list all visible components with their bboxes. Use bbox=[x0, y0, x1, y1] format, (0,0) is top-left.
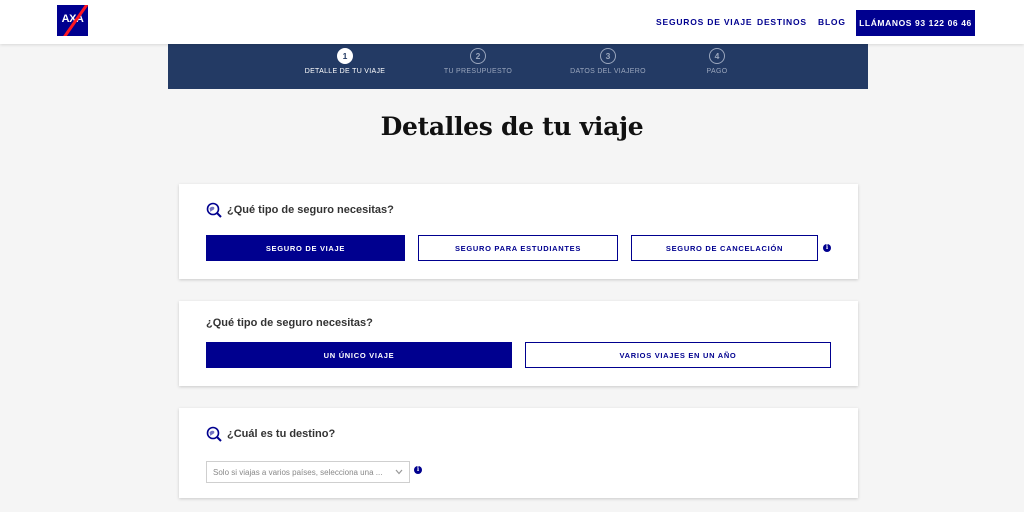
question-text: ¿Cuál es tu destino? bbox=[227, 428, 336, 440]
option-seguro-cancelacion[interactable]: SEGURO DE CANCELACIÓN bbox=[631, 235, 818, 261]
step-pago: 4 PAGO bbox=[647, 48, 787, 75]
nav-blog[interactable]: BLOG bbox=[818, 0, 846, 44]
card-question: ¿Cuál es tu destino? bbox=[206, 426, 335, 442]
question-text: ¿Qué tipo de seguro necesitas? bbox=[227, 204, 394, 216]
option-seguro-de-viaje[interactable]: SEGURO DE VIAJE bbox=[206, 235, 405, 261]
step-number: 4 bbox=[709, 48, 725, 64]
step-label: TU PRESUPUESTO bbox=[443, 68, 513, 75]
option-unico-viaje[interactable]: UN ÚNICO VIAJE bbox=[206, 342, 512, 368]
step-label: DETALLE DE TU VIAJE bbox=[304, 68, 386, 75]
select-placeholder: Solo si viajas a varios países, seleccio… bbox=[213, 467, 383, 477]
step-label: PAGO bbox=[706, 68, 728, 75]
option-seguro-estudiantes[interactable]: SEGURO PARA ESTUDIANTES bbox=[418, 235, 618, 261]
nav-seguros-de-viaje[interactable]: SEGUROS DE VIAJE bbox=[656, 0, 752, 44]
chevron-down-icon bbox=[395, 469, 403, 475]
search-globe-icon bbox=[206, 426, 222, 442]
nav-destinos[interactable]: DESTINOS bbox=[757, 0, 807, 44]
top-navigation-bar: AXA SEGUROS DE VIAJE DESTINOS BLOG LLÁMA… bbox=[0, 0, 1024, 44]
insurance-type-card: ¿Qué tipo de seguro necesitas? SEGURO DE… bbox=[179, 184, 858, 279]
step-number: 1 bbox=[337, 48, 353, 64]
step-detalle: 1 DETALLE DE TU VIAJE bbox=[275, 48, 415, 75]
card-question: ¿Qué tipo de seguro necesitas? bbox=[206, 202, 394, 218]
call-button[interactable]: LLÁMANOS 93 122 06 46 bbox=[856, 10, 975, 36]
search-globe-icon bbox=[206, 202, 222, 218]
info-icon[interactable]: i bbox=[823, 244, 831, 252]
page-title: Detalles de tu viaje bbox=[380, 112, 644, 141]
step-number: 2 bbox=[470, 48, 486, 64]
step-number: 3 bbox=[600, 48, 616, 64]
step-presupuesto: 2 TU PRESUPUESTO bbox=[408, 48, 548, 75]
destination-card: ¿Cuál es tu destino? Solo si viajas a va… bbox=[179, 408, 858, 498]
info-icon[interactable]: i bbox=[414, 466, 422, 474]
progress-stepper: 1 DETALLE DE TU VIAJE 2 TU PRESUPUESTO 3… bbox=[168, 44, 868, 89]
card-question: ¿Qué tipo de seguro necesitas? bbox=[206, 317, 373, 329]
option-varios-viajes[interactable]: VARIOS VIAJES EN UN AÑO bbox=[525, 342, 831, 368]
question-text: ¿Qué tipo de seguro necesitas? bbox=[206, 317, 373, 329]
destination-select[interactable]: Solo si viajas a varios países, seleccio… bbox=[206, 461, 410, 483]
trip-count-card: ¿Qué tipo de seguro necesitas? UN ÚNICO … bbox=[179, 301, 858, 386]
axa-logo[interactable]: AXA bbox=[57, 5, 88, 36]
